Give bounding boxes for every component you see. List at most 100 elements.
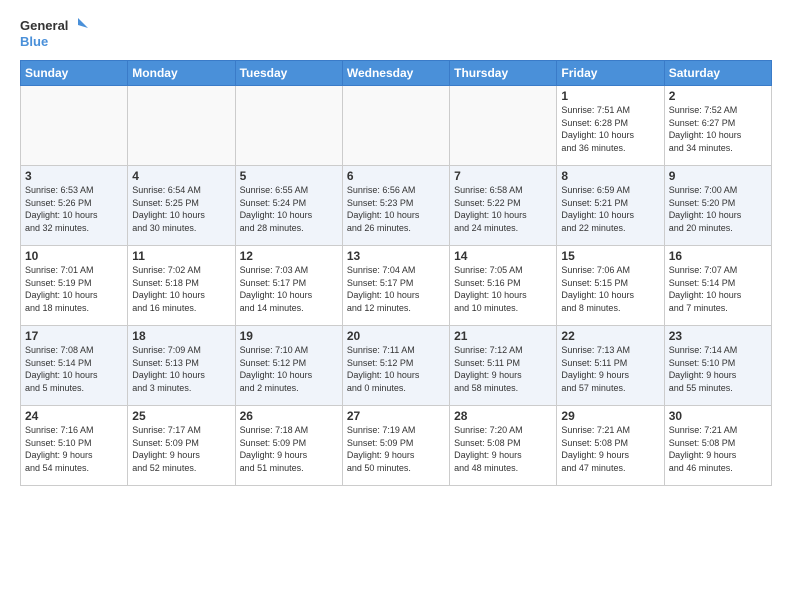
- day-cell: 22Sunrise: 7:13 AM Sunset: 5:11 PM Dayli…: [557, 326, 664, 406]
- day-info: Sunrise: 7:00 AM Sunset: 5:20 PM Dayligh…: [669, 184, 767, 234]
- day-number: 7: [454, 169, 552, 183]
- day-number: 27: [347, 409, 445, 423]
- day-cell: 10Sunrise: 7:01 AM Sunset: 5:19 PM Dayli…: [21, 246, 128, 326]
- col-header-saturday: Saturday: [664, 61, 771, 86]
- day-info: Sunrise: 7:07 AM Sunset: 5:14 PM Dayligh…: [669, 264, 767, 314]
- day-info: Sunrise: 6:56 AM Sunset: 5:23 PM Dayligh…: [347, 184, 445, 234]
- day-info: Sunrise: 7:16 AM Sunset: 5:10 PM Dayligh…: [25, 424, 123, 474]
- day-info: Sunrise: 7:08 AM Sunset: 5:14 PM Dayligh…: [25, 344, 123, 394]
- day-cell: [235, 86, 342, 166]
- day-info: Sunrise: 6:53 AM Sunset: 5:26 PM Dayligh…: [25, 184, 123, 234]
- day-number: 10: [25, 249, 123, 263]
- day-cell: 2Sunrise: 7:52 AM Sunset: 6:27 PM Daylig…: [664, 86, 771, 166]
- day-number: 3: [25, 169, 123, 183]
- week-row-2: 3Sunrise: 6:53 AM Sunset: 5:26 PM Daylig…: [21, 166, 772, 246]
- day-cell: 19Sunrise: 7:10 AM Sunset: 5:12 PM Dayli…: [235, 326, 342, 406]
- day-info: Sunrise: 7:21 AM Sunset: 5:08 PM Dayligh…: [669, 424, 767, 474]
- day-cell: 4Sunrise: 6:54 AM Sunset: 5:25 PM Daylig…: [128, 166, 235, 246]
- col-header-tuesday: Tuesday: [235, 61, 342, 86]
- day-info: Sunrise: 7:21 AM Sunset: 5:08 PM Dayligh…: [561, 424, 659, 474]
- day-number: 17: [25, 329, 123, 343]
- day-cell: 30Sunrise: 7:21 AM Sunset: 5:08 PM Dayli…: [664, 406, 771, 486]
- day-number: 4: [132, 169, 230, 183]
- day-number: 23: [669, 329, 767, 343]
- day-cell: 7Sunrise: 6:58 AM Sunset: 5:22 PM Daylig…: [450, 166, 557, 246]
- day-number: 21: [454, 329, 552, 343]
- col-header-monday: Monday: [128, 61, 235, 86]
- week-row-5: 24Sunrise: 7:16 AM Sunset: 5:10 PM Dayli…: [21, 406, 772, 486]
- week-row-3: 10Sunrise: 7:01 AM Sunset: 5:19 PM Dayli…: [21, 246, 772, 326]
- day-info: Sunrise: 7:14 AM Sunset: 5:10 PM Dayligh…: [669, 344, 767, 394]
- day-cell: 24Sunrise: 7:16 AM Sunset: 5:10 PM Dayli…: [21, 406, 128, 486]
- day-cell: 16Sunrise: 7:07 AM Sunset: 5:14 PM Dayli…: [664, 246, 771, 326]
- day-number: 28: [454, 409, 552, 423]
- svg-text:General: General: [20, 18, 68, 33]
- day-number: 19: [240, 329, 338, 343]
- day-cell: 13Sunrise: 7:04 AM Sunset: 5:17 PM Dayli…: [342, 246, 449, 326]
- day-number: 16: [669, 249, 767, 263]
- day-info: Sunrise: 7:17 AM Sunset: 5:09 PM Dayligh…: [132, 424, 230, 474]
- day-info: Sunrise: 7:18 AM Sunset: 5:09 PM Dayligh…: [240, 424, 338, 474]
- day-cell: 6Sunrise: 6:56 AM Sunset: 5:23 PM Daylig…: [342, 166, 449, 246]
- col-header-wednesday: Wednesday: [342, 61, 449, 86]
- day-cell: 1Sunrise: 7:51 AM Sunset: 6:28 PM Daylig…: [557, 86, 664, 166]
- day-info: Sunrise: 7:06 AM Sunset: 5:15 PM Dayligh…: [561, 264, 659, 314]
- day-number: 5: [240, 169, 338, 183]
- day-cell: 9Sunrise: 7:00 AM Sunset: 5:20 PM Daylig…: [664, 166, 771, 246]
- day-info: Sunrise: 7:09 AM Sunset: 5:13 PM Dayligh…: [132, 344, 230, 394]
- day-cell: 23Sunrise: 7:14 AM Sunset: 5:10 PM Dayli…: [664, 326, 771, 406]
- day-number: 25: [132, 409, 230, 423]
- day-info: Sunrise: 6:58 AM Sunset: 5:22 PM Dayligh…: [454, 184, 552, 234]
- day-cell: 15Sunrise: 7:06 AM Sunset: 5:15 PM Dayli…: [557, 246, 664, 326]
- logo-svg: General Blue: [20, 16, 90, 52]
- day-number: 30: [669, 409, 767, 423]
- day-info: Sunrise: 7:03 AM Sunset: 5:17 PM Dayligh…: [240, 264, 338, 314]
- day-cell: 20Sunrise: 7:11 AM Sunset: 5:12 PM Dayli…: [342, 326, 449, 406]
- day-number: 15: [561, 249, 659, 263]
- day-info: Sunrise: 7:10 AM Sunset: 5:12 PM Dayligh…: [240, 344, 338, 394]
- day-info: Sunrise: 7:04 AM Sunset: 5:17 PM Dayligh…: [347, 264, 445, 314]
- day-number: 1: [561, 89, 659, 103]
- day-cell: 28Sunrise: 7:20 AM Sunset: 5:08 PM Dayli…: [450, 406, 557, 486]
- day-info: Sunrise: 7:12 AM Sunset: 5:11 PM Dayligh…: [454, 344, 552, 394]
- calendar-header-row: SundayMondayTuesdayWednesdayThursdayFrid…: [21, 61, 772, 86]
- day-info: Sunrise: 6:59 AM Sunset: 5:21 PM Dayligh…: [561, 184, 659, 234]
- day-cell: 21Sunrise: 7:12 AM Sunset: 5:11 PM Dayli…: [450, 326, 557, 406]
- day-info: Sunrise: 7:11 AM Sunset: 5:12 PM Dayligh…: [347, 344, 445, 394]
- day-cell: [450, 86, 557, 166]
- day-cell: [21, 86, 128, 166]
- day-number: 13: [347, 249, 445, 263]
- day-cell: 12Sunrise: 7:03 AM Sunset: 5:17 PM Dayli…: [235, 246, 342, 326]
- day-number: 22: [561, 329, 659, 343]
- col-header-friday: Friday: [557, 61, 664, 86]
- logo: General Blue: [20, 16, 90, 52]
- day-cell: 18Sunrise: 7:09 AM Sunset: 5:13 PM Dayli…: [128, 326, 235, 406]
- svg-text:Blue: Blue: [20, 34, 48, 49]
- week-row-4: 17Sunrise: 7:08 AM Sunset: 5:14 PM Dayli…: [21, 326, 772, 406]
- day-number: 6: [347, 169, 445, 183]
- day-info: Sunrise: 6:55 AM Sunset: 5:24 PM Dayligh…: [240, 184, 338, 234]
- day-info: Sunrise: 7:13 AM Sunset: 5:11 PM Dayligh…: [561, 344, 659, 394]
- col-header-thursday: Thursday: [450, 61, 557, 86]
- page: General Blue SundayMondayTuesdayWednesda…: [0, 0, 792, 612]
- day-number: 18: [132, 329, 230, 343]
- day-info: Sunrise: 7:52 AM Sunset: 6:27 PM Dayligh…: [669, 104, 767, 154]
- day-cell: 3Sunrise: 6:53 AM Sunset: 5:26 PM Daylig…: [21, 166, 128, 246]
- day-number: 14: [454, 249, 552, 263]
- day-cell: 29Sunrise: 7:21 AM Sunset: 5:08 PM Dayli…: [557, 406, 664, 486]
- day-info: Sunrise: 6:54 AM Sunset: 5:25 PM Dayligh…: [132, 184, 230, 234]
- calendar: SundayMondayTuesdayWednesdayThursdayFrid…: [20, 60, 772, 486]
- day-number: 24: [25, 409, 123, 423]
- day-cell: 14Sunrise: 7:05 AM Sunset: 5:16 PM Dayli…: [450, 246, 557, 326]
- day-cell: 26Sunrise: 7:18 AM Sunset: 5:09 PM Dayli…: [235, 406, 342, 486]
- day-number: 20: [347, 329, 445, 343]
- week-row-1: 1Sunrise: 7:51 AM Sunset: 6:28 PM Daylig…: [21, 86, 772, 166]
- day-info: Sunrise: 7:01 AM Sunset: 5:19 PM Dayligh…: [25, 264, 123, 314]
- day-info: Sunrise: 7:05 AM Sunset: 5:16 PM Dayligh…: [454, 264, 552, 314]
- col-header-sunday: Sunday: [21, 61, 128, 86]
- day-cell: [342, 86, 449, 166]
- day-cell: 27Sunrise: 7:19 AM Sunset: 5:09 PM Dayli…: [342, 406, 449, 486]
- day-cell: 11Sunrise: 7:02 AM Sunset: 5:18 PM Dayli…: [128, 246, 235, 326]
- day-info: Sunrise: 7:20 AM Sunset: 5:08 PM Dayligh…: [454, 424, 552, 474]
- day-number: 2: [669, 89, 767, 103]
